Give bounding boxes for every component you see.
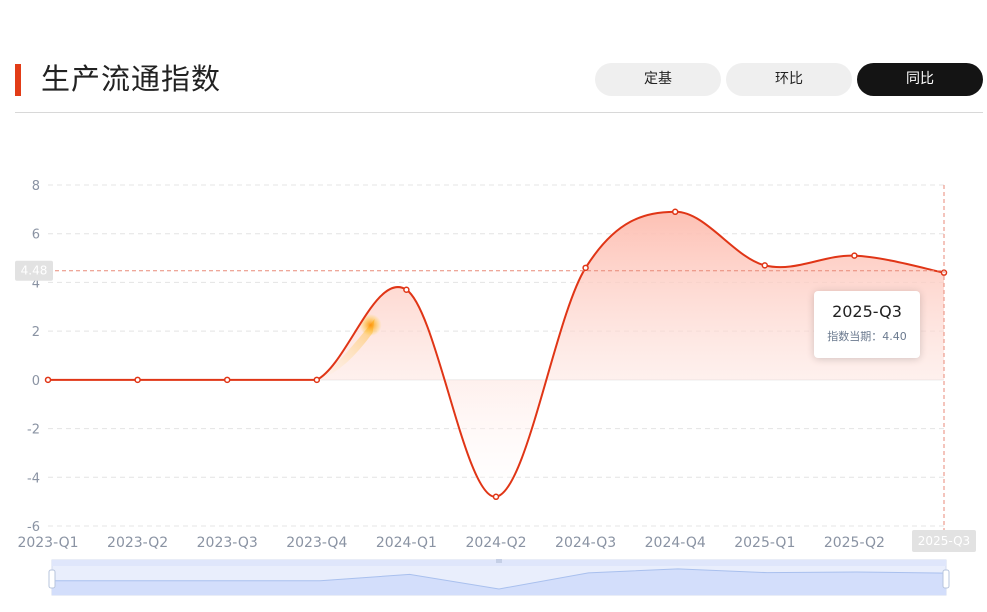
- zoom-handle-left[interactable]: [48, 569, 56, 589]
- x-tick-label: 2025-Q1: [734, 535, 795, 551]
- y-tick-label: 2: [32, 325, 40, 340]
- y-tick-label: -2: [27, 423, 40, 438]
- x-tick-label: 2024-Q1: [376, 535, 437, 551]
- x-tick-label: 2024-Q3: [555, 535, 616, 551]
- tooltip-title: 2025-Q3: [832, 302, 902, 321]
- comet-glow: [359, 314, 382, 337]
- zoom-move-handle[interactable]: [496, 559, 502, 563]
- x-tick-label: 2023-Q3: [197, 535, 258, 551]
- area-fill: [48, 211, 944, 497]
- x-tick-label: 2024-Q2: [465, 535, 526, 551]
- data-point: [671, 208, 679, 216]
- tooltip-value: 4.40: [882, 330, 907, 343]
- x-tick-label: 2023-Q1: [17, 535, 78, 551]
- data-point: [492, 493, 500, 501]
- x-tick-label: 2024-Q4: [645, 535, 706, 551]
- y-tick-label: 6: [32, 228, 40, 243]
- zoom-handle-right[interactable]: [942, 569, 950, 589]
- data-point: [313, 376, 321, 384]
- data-point: [134, 376, 141, 384]
- y-tick-label: -6: [27, 520, 40, 535]
- tooltip-value-line: 指数当期：4.40: [814, 328, 920, 344]
- y-tick-label: 8: [32, 179, 40, 194]
- y-tick-label: -4: [27, 471, 40, 486]
- y-tick-label: 0: [32, 374, 40, 389]
- tooltip-label: 指数当期：: [827, 330, 883, 343]
- data-point: [761, 262, 769, 269]
- data-point: [223, 376, 231, 384]
- data-point: [403, 286, 410, 293]
- data-point: [851, 252, 858, 259]
- x-tick-label: 2023-Q2: [107, 535, 168, 551]
- crosshair-x-label: 2025-Q3: [918, 534, 970, 548]
- data-point: [582, 264, 589, 272]
- x-tick-label: 2023-Q4: [286, 535, 347, 551]
- x-tick-label: 2025-Q2: [824, 535, 885, 551]
- chart-tooltip: 2025-Q3 指数当期：4.40: [814, 291, 920, 358]
- data-point: [44, 376, 52, 384]
- crosshair-y-label: 4.48: [21, 264, 48, 278]
